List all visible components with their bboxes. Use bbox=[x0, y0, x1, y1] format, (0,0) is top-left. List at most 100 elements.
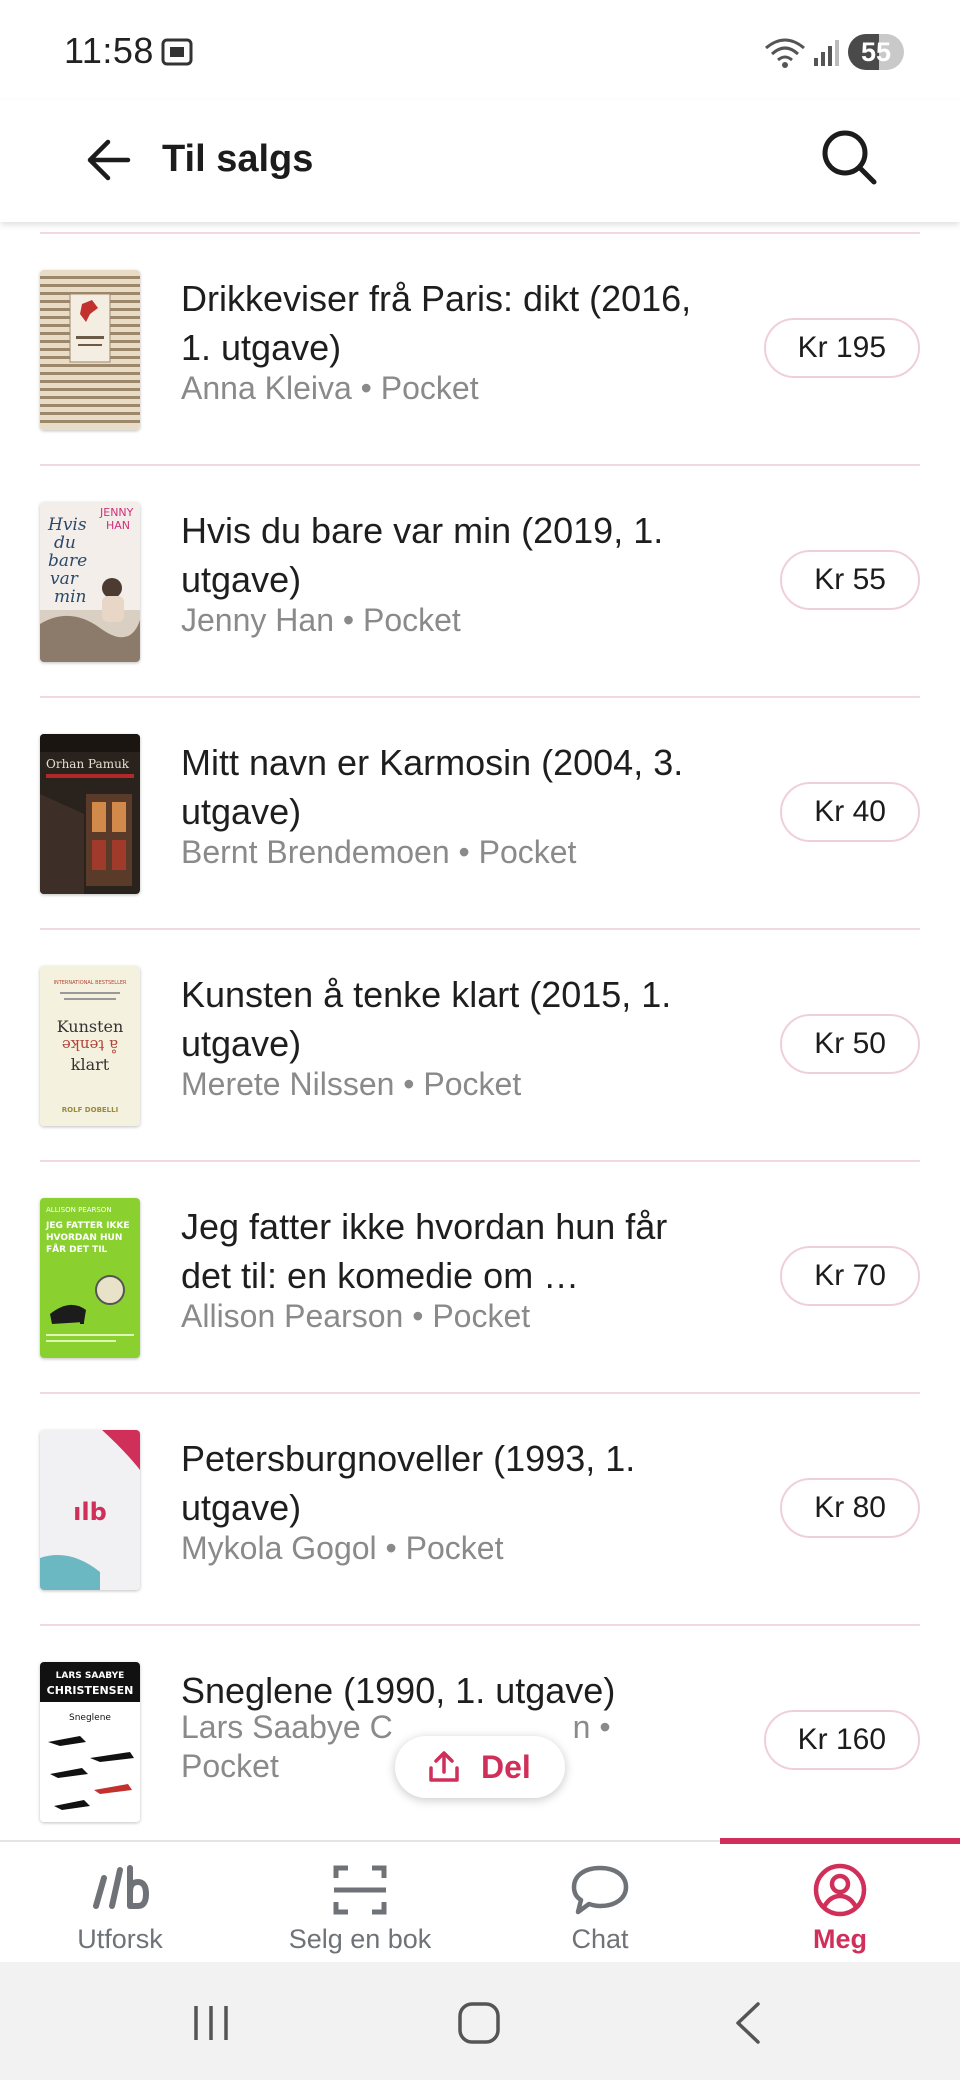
status-time: 11:58 bbox=[64, 30, 154, 71]
book-meta: Mykola Gogol • Pocket bbox=[181, 1530, 504, 1566]
book-author: Anna Kleiva bbox=[181, 370, 352, 406]
book-list: Drikkeviser frå Paris: dikt (2016, 1. ut… bbox=[0, 232, 960, 1840]
book-cover-drikkeviser bbox=[40, 270, 140, 430]
book-author: Allison Pearson bbox=[181, 1298, 404, 1334]
book-item[interactable]: ılb Petersburgnoveller (1993, 1. utgave)… bbox=[0, 1394, 960, 1626]
book-author: Jenny Han bbox=[181, 602, 334, 638]
book-meta: Jenny Han • Pocket bbox=[181, 602, 461, 638]
book-format: Pocket bbox=[380, 370, 479, 406]
cover-title-line: Hvis bbox=[47, 515, 87, 535]
cover-tagline: INTERNATIONAL BESTSELLER bbox=[53, 980, 127, 986]
cover-author: LARS SAABYE bbox=[56, 1671, 125, 1681]
cover-author: ALLISON PEARSON bbox=[46, 1206, 112, 1214]
cover-author: Orhan Pamuk bbox=[46, 757, 130, 771]
nav-label: Meg bbox=[813, 1924, 867, 1954]
cover-title-line: å tenke bbox=[62, 1036, 118, 1054]
share-button[interactable]: Del bbox=[395, 1736, 565, 1798]
system-navigation-bar bbox=[0, 1962, 960, 2080]
profile-icon bbox=[813, 1863, 867, 1917]
cover-title-line: bare bbox=[48, 551, 87, 571]
book-author: Lars Saabye C bbox=[181, 1709, 393, 1745]
book-format: Pocket bbox=[405, 1530, 504, 1566]
signal-icon bbox=[814, 40, 839, 66]
active-indicator bbox=[720, 1838, 960, 1844]
book-format: Pocket bbox=[181, 1748, 279, 1784]
share-icon bbox=[429, 1751, 459, 1782]
book-format: Pocket bbox=[362, 602, 461, 638]
cover-title-line: Kunsten bbox=[57, 1017, 124, 1036]
nav-item-meg[interactable]: Meg bbox=[720, 1838, 960, 1964]
cover-author: CHRISTENSEN bbox=[47, 1684, 134, 1697]
book-author: Mykola Gogol bbox=[181, 1530, 377, 1566]
app-header: Til salgs bbox=[0, 100, 960, 222]
book-item[interactable]: ALLISON PEARSON JEG FATTER IKKE HVORDAN … bbox=[0, 1162, 960, 1394]
cover-author: JENNY bbox=[99, 506, 134, 519]
recent-apps-icon[interactable] bbox=[186, 1998, 236, 2048]
book-cover-jeg-fatter-ikke: ALLISON PEARSON JEG FATTER IKKE HVORDAN … bbox=[40, 1198, 140, 1358]
book-author: Bernt Brendemoen bbox=[181, 834, 450, 870]
battery-indicator: 55 bbox=[848, 34, 904, 70]
nav-label: Chat bbox=[571, 1924, 629, 1954]
book-title: Petersburgnoveller (1993, 1. utgave) bbox=[181, 1438, 636, 1528]
battery-percent: 55 bbox=[860, 37, 892, 67]
status-bar: 11:58 55 bbox=[0, 0, 960, 100]
cover-title-line: klart bbox=[71, 1055, 110, 1074]
book-cover-kunsten-a-tenke-klart: INTERNATIONAL BESTSELLER Kunsten å tenke… bbox=[40, 966, 140, 1126]
search-icon[interactable] bbox=[816, 124, 882, 190]
page-title: Til salgs bbox=[162, 138, 314, 180]
price-badge[interactable]: Kr 195 bbox=[763, 318, 920, 378]
price-badge[interactable]: Kr 55 bbox=[780, 550, 920, 610]
scan-icon bbox=[333, 1865, 387, 1915]
share-label: Del bbox=[481, 1749, 531, 1785]
nav-item-selg-en-bok[interactable]: Selg en bok bbox=[240, 1842, 480, 1964]
cover-title: Sneglene bbox=[69, 1713, 111, 1723]
cover-title-line: FÅR DET TIL bbox=[46, 1244, 108, 1255]
chat-bubble-icon bbox=[571, 1865, 629, 1915]
book-title: Hvis du bare var min (2019, 1. utgave) bbox=[181, 510, 664, 600]
book-cover-mitt-navn-er-karmosin: Orhan Pamuk bbox=[40, 734, 140, 894]
book-cover-placeholder: ılb bbox=[40, 1430, 140, 1590]
book-format: Pocket bbox=[478, 834, 577, 870]
cover-title-line: var bbox=[50, 569, 79, 589]
cover-author: HAN bbox=[106, 519, 130, 532]
book-item[interactable]: Drikkeviser frå Paris: dikt (2016, 1. ut… bbox=[0, 234, 960, 466]
price-badge[interactable]: Kr 70 bbox=[780, 1246, 920, 1306]
nav-label: Selg en bok bbox=[288, 1924, 432, 1954]
cover-title-line: min bbox=[54, 587, 87, 607]
cover-author: ROLF DOBELLI bbox=[62, 1106, 118, 1114]
logo-icon bbox=[93, 1865, 150, 1909]
price-badge[interactable]: Kr 50 bbox=[780, 1014, 920, 1074]
book-item[interactable]: Hvis du bare var min JENNY HAN Hvis du b… bbox=[0, 466, 960, 698]
nav-item-utforsk[interactable]: Utforsk bbox=[0, 1842, 240, 1964]
book-format: Pocket bbox=[423, 1066, 522, 1102]
cover-title-line: HVORDAN HUN bbox=[46, 1233, 122, 1243]
screenshot-icon bbox=[161, 38, 193, 66]
price-badge[interactable]: Kr 160 bbox=[763, 1710, 920, 1770]
book-title: Mitt navn er Karmosin (2004, 3. utgave) bbox=[181, 742, 684, 832]
book-format: Pocket bbox=[432, 1298, 531, 1334]
book-meta: Bernt Brendemoen • Pocket bbox=[181, 834, 577, 870]
book-title: Kunsten å tenke klart (2015, 1. utgave) bbox=[181, 974, 672, 1064]
book-meta: Anna Kleiva • Pocket bbox=[181, 370, 479, 406]
back-icon[interactable] bbox=[724, 1998, 774, 2048]
nav-label: Utforsk bbox=[77, 1924, 163, 1954]
wifi-icon bbox=[765, 38, 805, 68]
book-title: Jeg fatter ikke hvordan hun får det til:… bbox=[181, 1206, 668, 1296]
book-item[interactable]: Orhan Pamuk Mitt navn er Karmosin (2004,… bbox=[0, 698, 960, 930]
back-arrow-icon[interactable] bbox=[80, 128, 144, 192]
nav-item-chat[interactable]: Chat bbox=[480, 1842, 720, 1964]
price-badge[interactable]: Kr 40 bbox=[780, 782, 920, 842]
book-meta: Merete Nilssen • Pocket bbox=[181, 1066, 522, 1102]
cover-title-line: du bbox=[54, 533, 76, 553]
cover-title-line: JEG FATTER IKKE bbox=[45, 1221, 130, 1231]
book-item[interactable]: LARS SAABYE CHRISTENSEN Sneglene Sneglen… bbox=[0, 1626, 960, 1840]
book-title: Drikkeviser frå Paris: dikt (2016, 1. ut… bbox=[181, 278, 692, 368]
book-author-tail: n • bbox=[572, 1709, 611, 1745]
book-cover-hvis-du-bare-var-min: Hvis du bare var min JENNY HAN bbox=[40, 502, 140, 662]
book-item[interactable]: INTERNATIONAL BESTSELLER Kunsten å tenke… bbox=[0, 930, 960, 1162]
price-badge[interactable]: Kr 80 bbox=[780, 1478, 920, 1538]
book-cover-sneglene: LARS SAABYE CHRISTENSEN Sneglene bbox=[40, 1662, 140, 1822]
home-icon[interactable] bbox=[454, 1998, 504, 2048]
book-meta: Allison Pearson • Pocket bbox=[181, 1298, 531, 1334]
bottom-navigation: Utforsk Selg en bok Chat Meg bbox=[0, 1838, 960, 1964]
